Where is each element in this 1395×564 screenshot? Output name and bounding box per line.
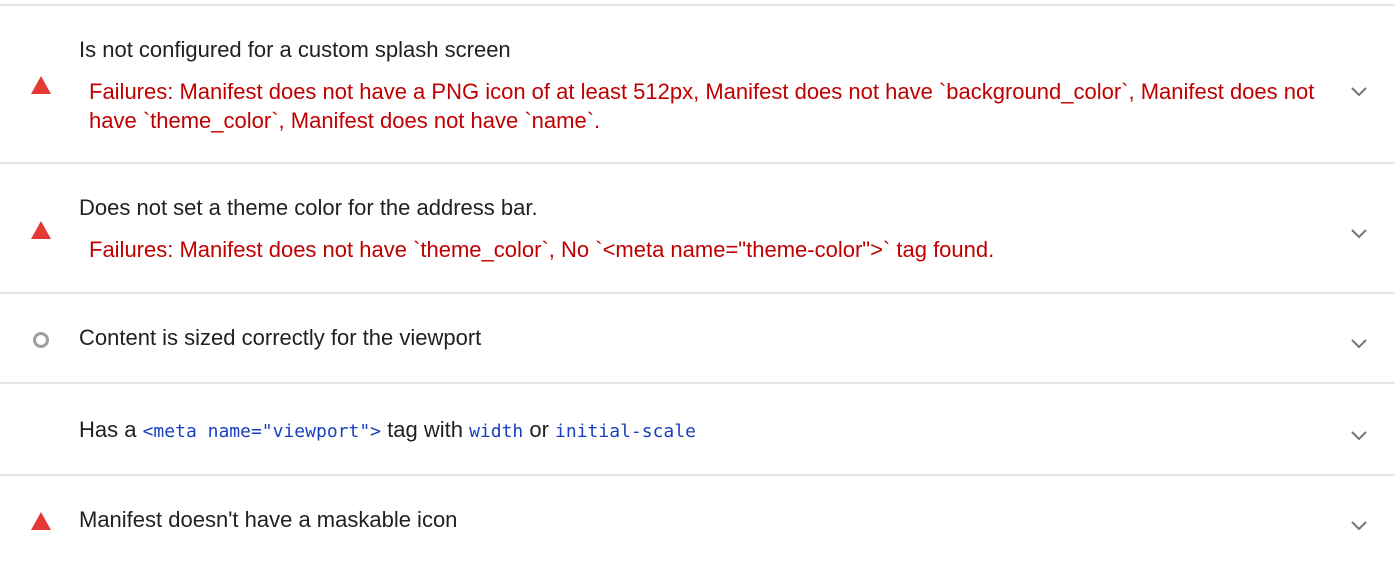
audit-title-text: tag with bbox=[381, 417, 470, 442]
audit-failures: Failures: Manifest does not have a PNG i… bbox=[89, 79, 1315, 133]
red-triangle-icon bbox=[30, 75, 52, 95]
code-width: width bbox=[469, 421, 524, 442]
audit-title: Does not set a theme color for the addre… bbox=[79, 195, 538, 220]
audit-list: Is not configured for a custom splash sc… bbox=[0, 0, 1395, 564]
audit-item-maskable-icon[interactable]: Manifest doesn't have a maskable icon bbox=[0, 476, 1395, 564]
audit-item-meta-viewport[interactable]: Has a <meta name="viewport"> tag with wi… bbox=[0, 384, 1395, 476]
audit-title: Content is sized correctly for the viewp… bbox=[79, 325, 482, 350]
audit-title-text: Has a bbox=[79, 417, 143, 442]
audit-item-theme-color[interactable]: Does not set a theme color for the addre… bbox=[0, 164, 1395, 294]
chevron-down-icon[interactable] bbox=[1348, 518, 1370, 532]
audit-failures: Failures: Manifest does not have `theme_… bbox=[89, 237, 995, 262]
audit-title: Is not configured for a custom splash sc… bbox=[79, 37, 511, 62]
audit-item-viewport-sized[interactable]: Content is sized correctly for the viewp… bbox=[0, 294, 1395, 384]
code-initial-scale: initial-scale bbox=[555, 421, 696, 442]
audit-item-splash-screen[interactable]: Is not configured for a custom splash sc… bbox=[0, 6, 1395, 164]
audit-title-text: or bbox=[523, 417, 556, 442]
code-meta-viewport: <meta name="viewport"> bbox=[142, 421, 382, 442]
audit-title: Manifest doesn't have a maskable icon bbox=[79, 507, 458, 532]
gray-circle-icon bbox=[30, 330, 52, 350]
chevron-down-icon[interactable] bbox=[1348, 84, 1370, 98]
red-triangle-icon bbox=[30, 511, 52, 531]
audit-title: Has a <meta name="viewport"> tag with wi… bbox=[79, 416, 696, 446]
chevron-down-icon[interactable] bbox=[1348, 428, 1370, 442]
red-triangle-icon bbox=[30, 220, 52, 240]
chevron-down-icon[interactable] bbox=[1348, 336, 1370, 350]
chevron-down-icon[interactable] bbox=[1348, 226, 1370, 240]
